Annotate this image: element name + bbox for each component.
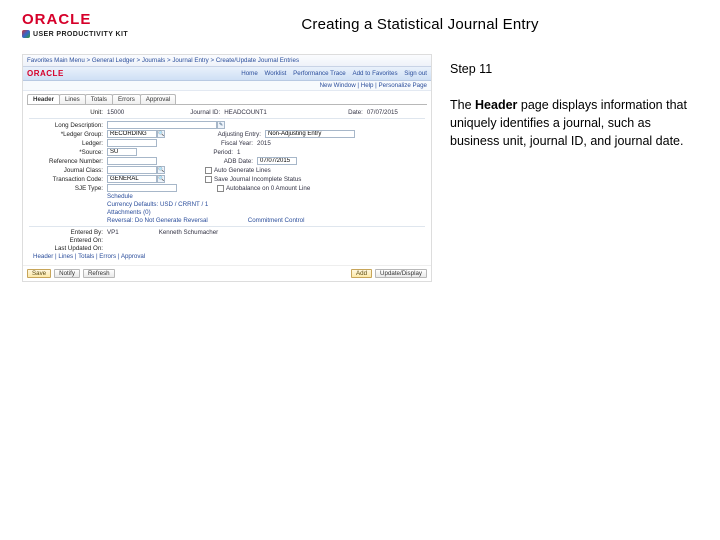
source-input[interactable] (107, 148, 137, 156)
add-button[interactable]: Add (351, 269, 372, 278)
longdesc-input[interactable] (107, 121, 217, 129)
saveinc-checkbox[interactable] (205, 176, 212, 183)
ref-input[interactable] (107, 157, 157, 165)
sje-label: SJE Type: (29, 185, 107, 192)
oracle-wordmark: ORACLE (22, 12, 142, 27)
save-button[interactable]: Save (27, 269, 51, 278)
mini-oracle-logo: ORACLE (27, 69, 64, 78)
attachments-link[interactable]: Attachments (0) (107, 209, 151, 216)
adjusting-input[interactable] (265, 130, 355, 138)
ref-label: Reference Number: (29, 158, 107, 165)
lastupd-label: Last Updated On: (29, 245, 107, 252)
trans-input[interactable] (107, 175, 157, 183)
longdesc-label: Long Description: (29, 122, 107, 129)
reversal-link[interactable]: Reversal: Do Not Generate Reversal (107, 217, 208, 224)
jclass-input[interactable] (107, 166, 157, 174)
ledgergroup-input[interactable] (107, 130, 157, 138)
refresh-button[interactable]: Refresh (83, 269, 115, 278)
breadcrumb: Favorites Main Menu > General Ledger > J… (27, 57, 299, 64)
update-button[interactable]: Update/Display (375, 269, 427, 278)
lookup-icon[interactable]: 🔍 (157, 175, 165, 183)
jclass-label: Journal Class: (29, 167, 107, 174)
currency-defaults-link[interactable]: Currency Defaults: USD / CRRNT / 1 (107, 201, 208, 208)
fy-label: Fiscal Year: (197, 140, 257, 147)
oracle-subbrand: USER PRODUCTIVITY KIT (22, 30, 142, 38)
enteredby-value: VP1 (107, 229, 119, 236)
unit-value: 15000 (107, 109, 124, 116)
lookup-icon[interactable]: 🔍 (157, 166, 165, 174)
bottom-tab-links[interactable]: Header | Lines | Totals | Errors | Appro… (33, 253, 145, 260)
schedule-link[interactable]: Schedule (107, 193, 133, 200)
tab-errors[interactable]: Errors (112, 94, 141, 104)
sje-input[interactable] (107, 184, 177, 192)
tab-lines[interactable]: Lines (59, 94, 86, 104)
adb-label: ADB Date: (197, 158, 257, 165)
source-label: *Source: (29, 149, 107, 156)
page-title: Creating a Statistical Journal Entry (142, 16, 698, 33)
mini-top-links: Home Worklist Performance Trace Add to F… (236, 70, 427, 77)
embedded-screenshot: Favorites Main Menu > General Ledger > J… (22, 54, 432, 282)
enteredon-label: Entered On: (29, 237, 107, 244)
step-number: Step 11 (450, 60, 698, 78)
fy-value: 2015 (257, 140, 271, 147)
tab-totals[interactable]: Totals (85, 94, 113, 104)
tab-approval[interactable]: Approval (140, 94, 176, 104)
brand-logo: ORACLE USER PRODUCTIVITY KIT (22, 12, 142, 38)
autobal-label: Autobalance on 0 Amount Line (226, 185, 310, 192)
ledgergroup-label: *Ledger Group: (29, 131, 107, 138)
period-value: 1 (237, 149, 240, 156)
saveinc-label: Save Journal Incomplete Status (214, 176, 301, 183)
adb-input[interactable] (257, 157, 297, 165)
lookup-icon[interactable]: 🔍 (157, 130, 165, 138)
autogen-label: Auto Generate Lines (214, 167, 271, 174)
tab-header[interactable]: Header (27, 94, 60, 104)
period-label: Period: (177, 149, 237, 156)
ledger-label: Ledger: (29, 140, 107, 147)
spell-icon[interactable]: ✎ (217, 121, 225, 129)
commitment-link[interactable]: Commitment Control (248, 217, 305, 224)
adjusting-label: Adjusting Entry: (205, 131, 265, 138)
unit-label: Unit: (29, 109, 107, 116)
autogen-checkbox[interactable] (205, 167, 212, 174)
mini-tabbar: Header Lines Totals Errors Approval (23, 91, 431, 104)
autobal-checkbox[interactable] (217, 185, 224, 192)
journalid-label: Journal ID: (164, 109, 224, 116)
date-value: 07/07/2015 (367, 109, 398, 116)
notify-button[interactable]: Notify (54, 269, 80, 278)
instruction-text: The Header page displays information tha… (450, 96, 698, 150)
trans-label: Transaction Code: (29, 176, 107, 183)
journalid-value: HEADCOUNT1 (224, 109, 267, 116)
mini-user-links: New Window | Help | Personalize Page (23, 81, 431, 91)
ledger-input[interactable] (107, 139, 157, 147)
date-label: Date: (307, 109, 367, 116)
enteredby-label: Entered By: (29, 229, 107, 236)
enteredby-name: Kenneth Schumacher (159, 229, 219, 236)
